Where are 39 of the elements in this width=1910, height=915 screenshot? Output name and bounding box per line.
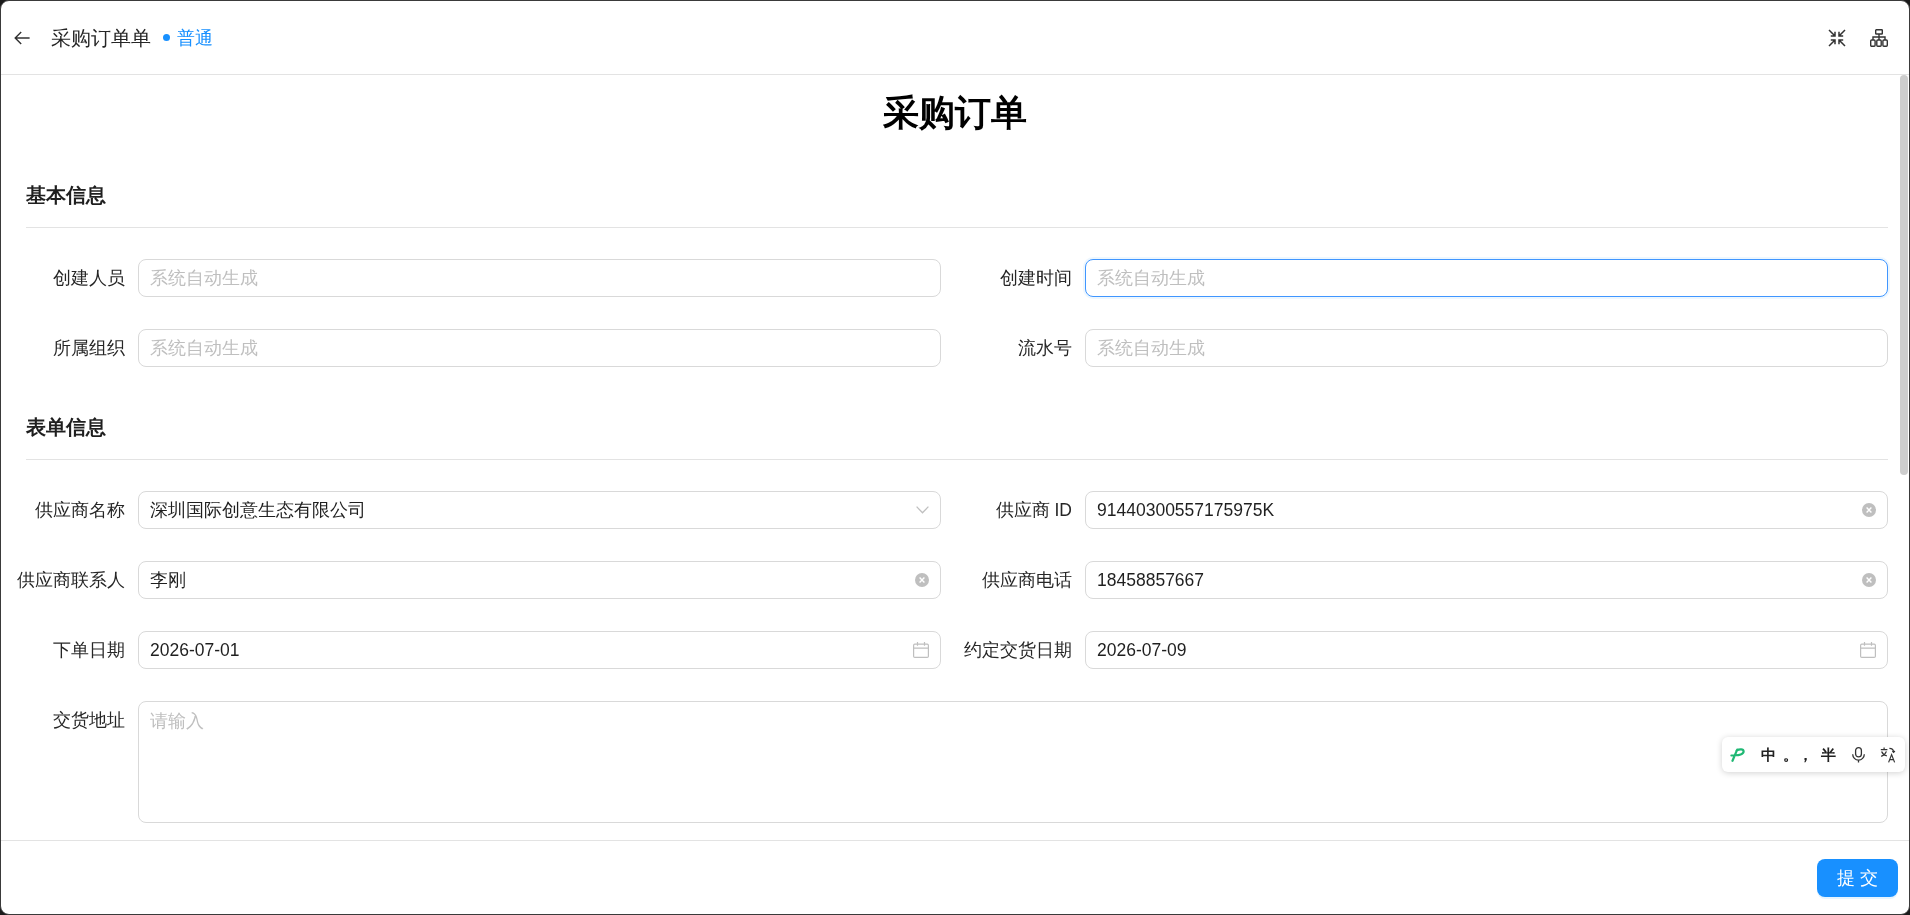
field-label: 供应商 ID [995,499,1072,522]
field-label: 交货地址 [53,709,125,732]
page-title: 采购订单单 [51,25,151,51]
calendar-icon[interactable] [1860,642,1876,658]
scrollbar-thumb[interactable] [1900,75,1908,475]
date-field[interactable]: 2026-07-01 [138,631,941,669]
input-field[interactable]: 18458857667 [1085,561,1888,599]
translate-icon[interactable] [1880,746,1896,763]
form-title: 采购订单 [882,92,1027,133]
field-label: 下单日期 [53,639,125,662]
ime-toggle[interactable]: 。， [1783,744,1813,765]
status-dot-icon [163,34,170,41]
field-label: 供应商名称 [35,499,125,522]
calendar-icon[interactable] [913,642,929,658]
input-field[interactable]: 李刚 [138,561,941,599]
field-label: 流水号 [1018,337,1072,360]
field-label: 供应商联系人 [17,569,125,592]
section-title: 表单信息 [26,416,106,438]
field-label: 供应商电话 [982,569,1072,592]
date-field[interactable]: 2026-07-09 [1085,631,1888,669]
clear-icon[interactable] [1862,573,1876,587]
section-title: 基本信息 [26,184,106,206]
ime-toggle[interactable]: 半 [1820,744,1836,765]
field-label: 所属组织 [53,337,125,360]
collapse-icon[interactable] [1828,28,1846,47]
field-label: 创建人员 [53,267,125,290]
back-arrow-icon[interactable] [14,30,30,45]
ime-logo-icon[interactable] [1730,747,1746,762]
microphone-icon[interactable] [1851,746,1865,763]
ime-toggle[interactable]: 中 [1760,744,1776,765]
clear-icon[interactable] [915,573,929,587]
clear-icon[interactable] [1862,503,1876,517]
status-label: 普通 [177,26,213,50]
field-label: 约定交货日期 [964,639,1072,662]
input-field[interactable]: 91440300557175975K [1085,491,1888,529]
hierarchy-icon[interactable] [1870,28,1888,47]
chevron-down-icon[interactable] [916,506,929,514]
field-label: 创建时间 [1000,267,1072,290]
select-field[interactable]: 深圳国际创意生态有限公司 [138,491,941,529]
